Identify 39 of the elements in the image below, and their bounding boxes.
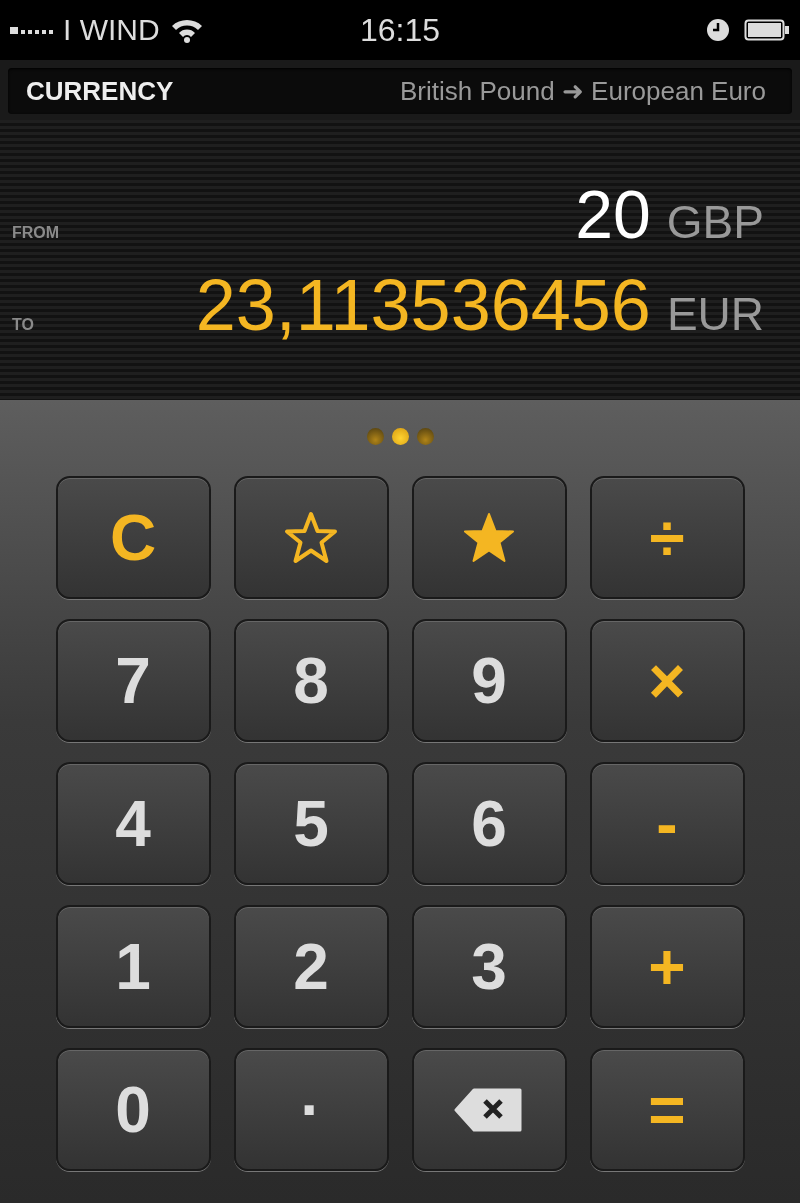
to-amount: 23,113536456 <box>195 268 651 341</box>
operator-key[interactable]: - <box>589 762 745 885</box>
digit-key[interactable]: 6 <box>411 762 567 885</box>
star-outline-icon <box>283 510 339 565</box>
digit-key[interactable]: 9 <box>411 619 567 742</box>
digit-key[interactable]: 8 <box>233 619 389 742</box>
to-currency[interactable]: EUR <box>666 286 764 341</box>
digit-key[interactable]: 5 <box>233 762 389 885</box>
digit-key[interactable]: 2 <box>233 905 389 1028</box>
digit-key[interactable]: 3 <box>411 905 567 1028</box>
digit-key[interactable]: 7 <box>55 619 211 742</box>
digit-key[interactable]: 1 <box>55 905 211 1028</box>
signal-icon <box>10 26 53 34</box>
app-title: CURRENCY <box>26 75 174 107</box>
digit-key[interactable]: 0 <box>55 1048 211 1171</box>
page-dot[interactable] <box>391 428 409 445</box>
star-icon <box>461 510 517 565</box>
backspace-icon <box>454 1086 524 1133</box>
carrier-name: I WIND <box>63 13 160 47</box>
operator-key[interactable]: + <box>589 905 745 1028</box>
clock-time: 16:15 <box>359 11 441 49</box>
backspace-key[interactable] <box>411 1048 567 1171</box>
conversion-pair[interactable]: British Pound ➜ European Euro <box>400 75 766 107</box>
page-dot[interactable] <box>366 428 384 445</box>
digit-key[interactable]: · <box>233 1048 389 1171</box>
favorite-key[interactable] <box>233 476 389 599</box>
page-dot[interactable] <box>416 428 434 445</box>
from-amount: 20 <box>575 179 651 248</box>
operator-key[interactable]: = <box>589 1048 745 1171</box>
favorites-key[interactable] <box>411 476 567 599</box>
digit-key[interactable]: 4 <box>55 762 211 885</box>
from-label: FROM <box>12 223 60 242</box>
to-label: TO <box>12 315 34 334</box>
from-currency[interactable]: GBP <box>666 194 764 249</box>
battery-icon <box>744 18 790 42</box>
alarm-clock-icon <box>706 18 730 42</box>
operator-key[interactable]: × <box>589 619 745 742</box>
operator-key[interactable]: C <box>55 476 211 599</box>
operator-key[interactable]: ÷ <box>589 476 745 599</box>
